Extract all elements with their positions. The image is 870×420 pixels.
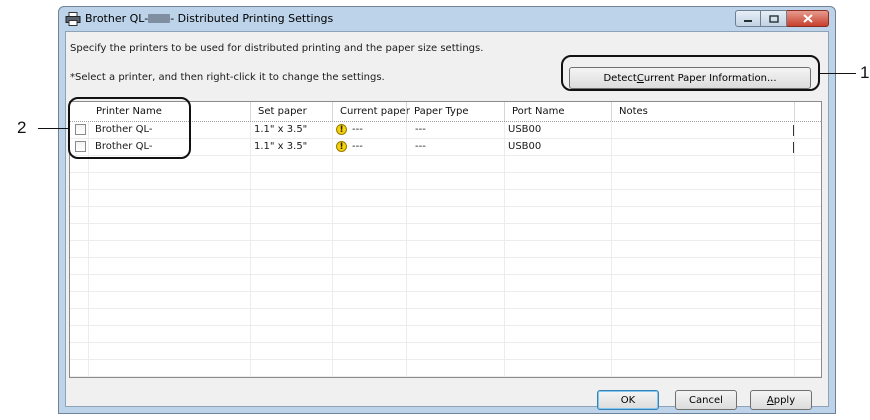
instruction-note: *Select a printer, and then right-click … [70,72,385,83]
grid-column-line [250,122,251,377]
apply-label-mnemonic: A [766,394,774,406]
callout-box-printer-rows [68,97,191,159]
cell-paper-type: --- [415,141,426,152]
close-icon [802,14,813,23]
cell-set-paper: 1.1" x 3.5" [254,124,308,135]
column-header-set-paper[interactable]: Set paper [254,102,307,121]
grid-row-line [70,359,821,360]
grid-row-line [70,291,821,292]
resize-marker [793,125,794,136]
grid-row-line [70,189,821,190]
callout-leader-1 [820,73,856,74]
instruction-text: Specify the printers to be used for dist… [70,43,484,54]
resize-marker [793,142,794,153]
grid-row-line [70,376,821,377]
header-divider [794,102,795,121]
cell-current-paper: --- [352,124,363,135]
grid-row-line [70,240,821,241]
warning-icon: ! [336,124,347,135]
callout-box-detect-button [561,55,820,91]
column-header-current-paper[interactable]: Current paper [336,102,410,121]
cancel-button[interactable]: Cancel [675,390,737,410]
cell-paper-type: --- [415,124,426,135]
column-header-paper-type[interactable]: Paper Type [410,102,468,121]
column-header-port-name[interactable]: Port Name [508,102,565,121]
printer-icon [65,12,81,26]
callout-number-1: 1 [860,63,870,82]
maximize-button[interactable] [761,10,787,27]
maximize-icon [768,14,779,23]
title-bar[interactable]: Brother QL- - Distributed Printing Settin… [59,7,835,31]
grid-column-line [332,122,333,377]
callout-leader-2 [38,128,68,129]
header-divider [332,102,333,121]
warning-icon: ! [336,141,347,152]
grid-row-line [70,223,821,224]
minimize-icon [744,19,752,22]
grid-column-line [794,122,795,377]
grid-row-line [70,342,821,343]
title-suffix: - Distributed Printing Settings [170,12,334,25]
header-divider [504,102,505,121]
header-divider [250,102,251,121]
cell-port-name: USB00 [508,141,542,152]
minimize-button[interactable] [735,10,761,27]
grid-column-line [406,122,407,377]
grid-row-line [70,172,821,173]
close-button[interactable] [787,10,829,27]
grid-row-line [70,308,821,309]
cell-set-paper: 1.1" x 3.5" [254,141,308,152]
column-header-notes[interactable]: Notes [615,102,648,121]
apply-button[interactable]: Apply [750,390,812,410]
redacted-model [148,14,171,23]
grid-column-line [88,122,89,377]
cell-current-paper: --- [352,141,363,152]
window-title: Brother QL- - Distributed Printing Settin… [85,12,333,25]
header-divider [406,102,407,121]
cell-port-name: USB00 [508,124,542,135]
header-divider [611,102,612,121]
ok-button[interactable]: OK [597,390,659,410]
window-controls [735,10,829,27]
grid-row-line [70,257,821,258]
apply-label-rest: pply [773,394,796,406]
callout-number-2: 2 [17,118,27,137]
grid-column-line [504,122,505,377]
grid-row-line [70,206,821,207]
grid-row-line [70,325,821,326]
title-prefix: Brother QL- [85,12,149,25]
grid-row-line [70,274,821,275]
grid-column-line [611,122,612,377]
